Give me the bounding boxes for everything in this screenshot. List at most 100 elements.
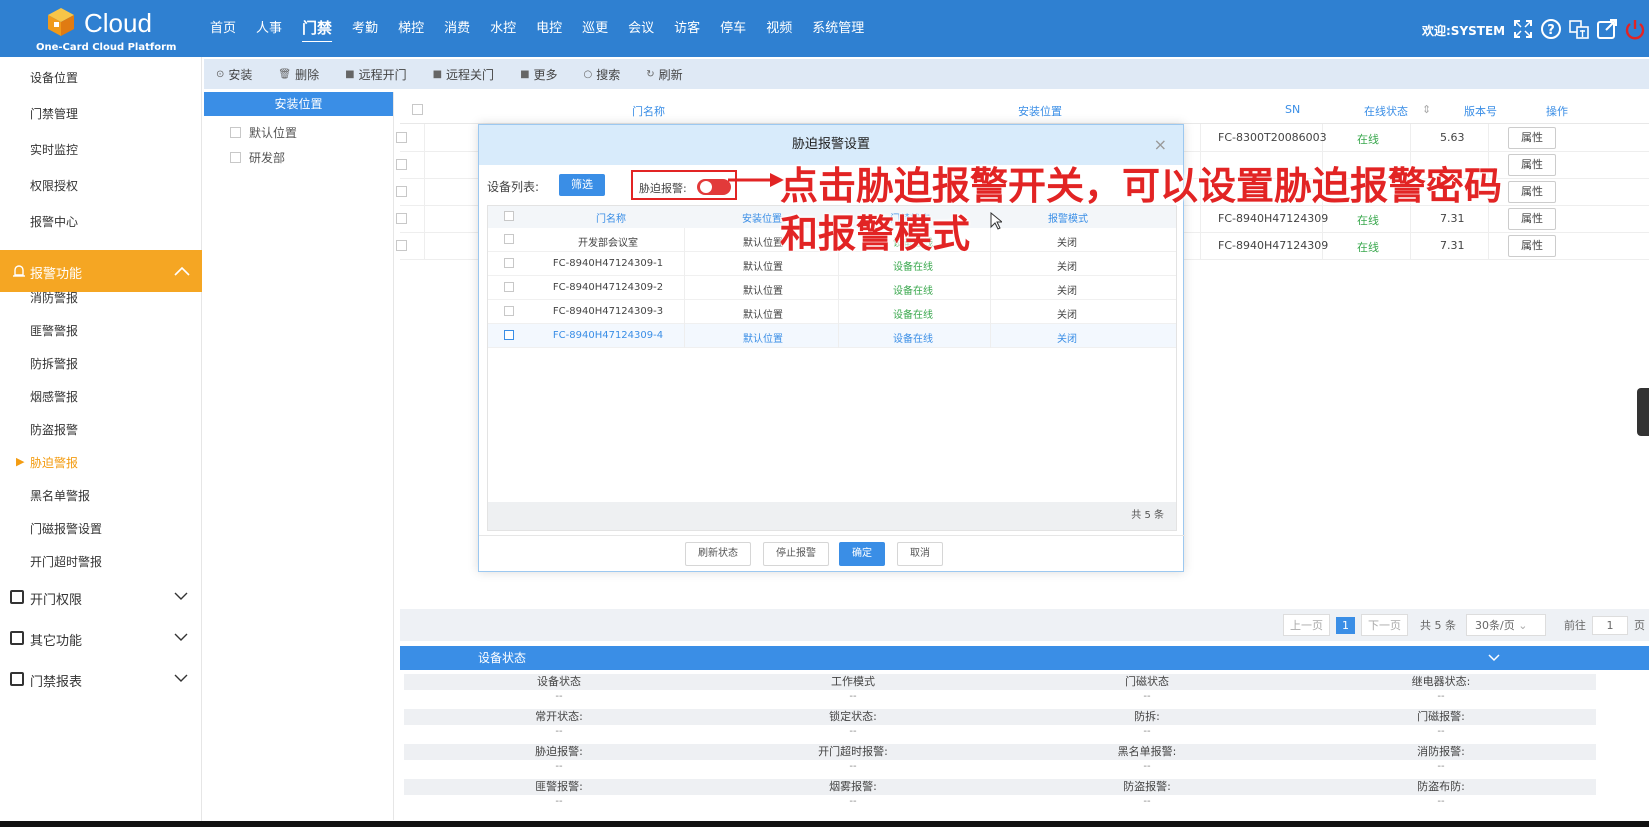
tree-node[interactable]: 默认位置 — [230, 124, 393, 141]
toolbar-button-3[interactable]: ■ 远程关门 — [433, 66, 494, 83]
nav-item-11[interactable]: 停车 — [710, 0, 756, 57]
alarm-bell-icon — [13, 265, 25, 277]
row-checkbox[interactable] — [504, 258, 514, 268]
duress-alarm-toggle[interactable] — [697, 179, 731, 195]
tree-node[interactable]: 研发部 — [230, 149, 393, 166]
sidebar-group[interactable]: 门禁报表 — [30, 671, 82, 690]
sidebar-subitem[interactable]: 黑名单警报 — [30, 487, 90, 504]
properties-button[interactable]: 属性 — [1508, 208, 1556, 230]
toolbar-button-4[interactable]: ■ 更多 — [520, 66, 557, 83]
fullscreen-icon[interactable] — [1512, 18, 1534, 40]
tree-checkbox[interactable] — [230, 127, 241, 138]
row-checkbox[interactable] — [504, 234, 514, 244]
status-label: 工作模式 — [698, 674, 1008, 690]
help-icon[interactable]: ? — [1540, 18, 1562, 40]
sidebar-subitem[interactable]: 匪警警报 — [30, 322, 78, 339]
row-checkbox[interactable] — [396, 186, 407, 197]
power-icon[interactable] — [1624, 18, 1646, 40]
dialog-table-row[interactable]: FC-8940H47124309-2 默认位置 设备在线 关闭 — [488, 276, 1176, 300]
sidebar-subitem[interactable]: 防拆警报 — [30, 355, 78, 372]
nav-item-7[interactable]: 电控 — [526, 0, 572, 57]
select-all-checkbox[interactable] — [504, 211, 514, 221]
row-checkbox[interactable] — [504, 330, 514, 340]
row-checkbox[interactable] — [396, 213, 407, 224]
goto-page-input[interactable]: 1 — [1592, 615, 1628, 635]
nav-item-2[interactable]: 门禁 — [292, 0, 342, 57]
sidebar-subitem[interactable]: 开门超时警报 — [30, 553, 102, 570]
row-checkbox[interactable] — [504, 306, 514, 316]
annotation-line-2: 和报警模式 — [780, 212, 971, 256]
nav-item-1[interactable]: 人事 — [246, 0, 292, 57]
column-header: 门名称 — [596, 214, 626, 225]
confirm-button[interactable]: 确定 — [839, 542, 885, 566]
tree-checkbox[interactable] — [230, 152, 241, 163]
translate-icon[interactable] — [1568, 18, 1590, 40]
sidebar-subitem[interactable]: 门磁报警设置 — [30, 520, 102, 537]
properties-button[interactable]: 属性 — [1508, 181, 1556, 203]
sidebar-item[interactable]: 报警中心 — [30, 213, 78, 230]
duress-label: 胁迫报警: — [639, 182, 687, 195]
sidebar-item[interactable]: 设备位置 — [30, 69, 78, 86]
page-size-select[interactable]: 30条/页 ⌄ — [1466, 614, 1546, 636]
toolbar-button-0[interactable]: ⊙ 安装 — [216, 66, 252, 83]
nav-item-8[interactable]: 巡更 — [572, 0, 618, 57]
sidebar-subitem[interactable]: 胁迫警报 — [30, 454, 78, 471]
stop-alarm-button[interactable]: 停止报警 — [763, 542, 829, 566]
cancel-button[interactable]: 取消 — [897, 542, 943, 566]
external-link-icon[interactable] — [1596, 18, 1618, 40]
nav-item-6[interactable]: 水控 — [480, 0, 526, 57]
column-divider — [990, 276, 991, 300]
sidebar-item[interactable]: 实时监控 — [30, 141, 78, 158]
nav-item-10[interactable]: 访客 — [664, 0, 710, 57]
sidebar-group[interactable]: 开门权限 — [30, 589, 82, 608]
dialog-table-row[interactable]: FC-8940H47124309-3 默认位置 设备在线 关闭 — [488, 300, 1176, 324]
column-divider — [684, 276, 685, 300]
row-checkbox[interactable] — [396, 240, 407, 251]
toolbar-button-1[interactable]: 🗑 删除 — [278, 66, 319, 83]
sidebar-subitem[interactable]: 消防警报 — [30, 289, 78, 306]
sidebar-subitem[interactable]: 烟感警报 — [30, 388, 78, 405]
status-value: -- — [849, 726, 857, 737]
nav-item-4[interactable]: 梯控 — [388, 0, 434, 57]
chevron-down-icon[interactable] — [174, 674, 188, 684]
side-collapse-handle[interactable] — [1637, 388, 1649, 436]
column-header[interactable]: 在线状态 — [1364, 103, 1408, 119]
toolbar-button-5[interactable]: ○ 搜索 — [584, 66, 621, 83]
nav-item-12[interactable]: 视频 — [756, 0, 802, 57]
row-checkbox[interactable] — [396, 132, 407, 143]
sidebar-group-alarm[interactable]: 报警功能 — [0, 250, 202, 292]
page-number-button[interactable]: 1 — [1336, 616, 1355, 634]
sidebar-item[interactable]: 门禁管理 — [30, 105, 78, 122]
nav-item-3[interactable]: 考勤 — [342, 0, 388, 57]
nav-item-13[interactable]: 系统管理 — [802, 0, 874, 57]
nav-item-0[interactable]: 首页 — [200, 0, 246, 57]
properties-button[interactable]: 属性 — [1508, 235, 1556, 257]
nav-item-5[interactable]: 消费 — [434, 0, 480, 57]
prev-page-button[interactable]: 上一页 — [1283, 614, 1330, 636]
close-icon[interactable]: × — [1154, 125, 1167, 165]
refresh-status-button[interactable]: 刷新状态 — [685, 542, 751, 566]
sort-icon[interactable]: ⇕ — [1422, 103, 1431, 116]
status-panel-title: 设备状态 — [478, 651, 527, 665]
next-page-button[interactable]: 下一页 — [1361, 614, 1408, 636]
toolbar-button-6[interactable]: ↻ 刷新 — [646, 66, 682, 83]
chevron-down-icon[interactable] — [174, 633, 188, 643]
properties-button[interactable]: 属性 — [1508, 127, 1556, 149]
filter-button[interactable]: 筛选 — [559, 174, 605, 196]
status-panel-header[interactable]: 设备状态 — [400, 646, 1649, 670]
chevron-up-icon — [174, 266, 190, 276]
status-label: 常开状态: — [404, 709, 714, 725]
dialog-table-row[interactable]: FC-8940H47124309-4 默认位置 设备在线 关闭 — [488, 324, 1176, 348]
sidebar-item[interactable]: 权限授权 — [30, 177, 78, 194]
properties-button[interactable]: 属性 — [1508, 154, 1556, 176]
column-divider — [838, 300, 839, 324]
row-checkbox[interactable] — [504, 282, 514, 292]
sidebar-subitem[interactable]: 防盗报警 — [30, 421, 78, 438]
row-checkbox[interactable] — [396, 159, 407, 170]
toolbar-button-2[interactable]: ■ 远程开门 — [345, 66, 406, 83]
chevron-down-icon[interactable] — [174, 592, 188, 602]
goto-label: 前往 — [1564, 619, 1586, 632]
sidebar-group[interactable]: 其它功能 — [30, 630, 82, 649]
nav-item-9[interactable]: 会议 — [618, 0, 664, 57]
select-all-checkbox[interactable] — [412, 104, 423, 115]
